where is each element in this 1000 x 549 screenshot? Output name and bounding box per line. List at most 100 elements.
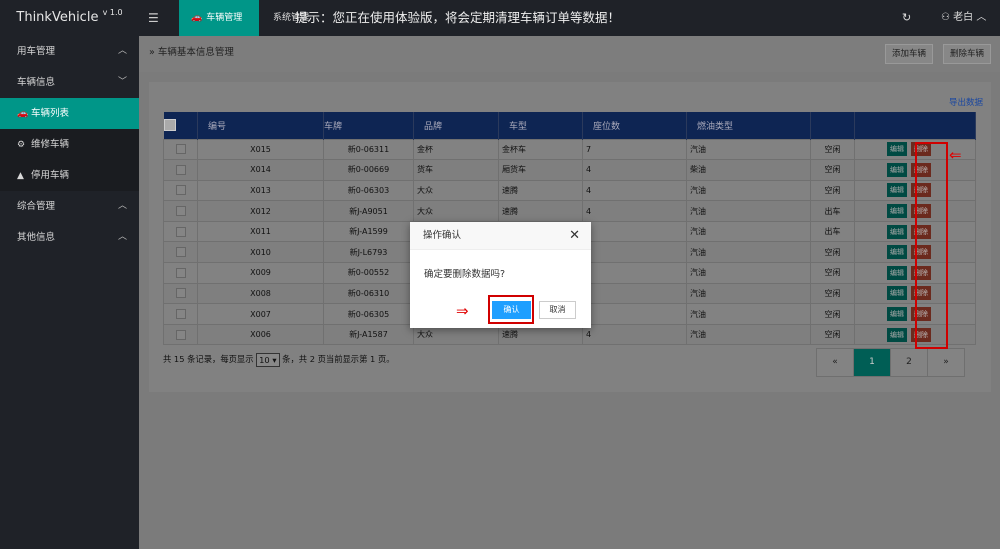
edit-button[interactable]: 编辑 [887,142,907,157]
edit-button[interactable]: 编辑 [887,286,907,301]
tab-vehicle-management[interactable]: 🚗 车辆管理 [179,0,259,36]
cell-plate: 新0-06310 [323,282,414,305]
sidebar-item-disabled-vehicles[interactable]: ▲ 停用车辆 [0,160,139,191]
cell-seats: 4 [582,323,687,346]
cell-status: 空闲 [810,282,855,305]
row-checkbox[interactable] [163,138,198,161]
table-row: X015 新0-06311 金杯 金杯车 7 汽油 空闲 编辑 删除 [163,138,976,161]
sidebar-item-vehicle-list[interactable]: 🚗 车辆列表 [0,98,139,129]
cell-id: X008 [197,282,324,305]
edit-button[interactable]: 编辑 [887,183,907,198]
record-count-text: 共 15 条记录，每页显示 [163,354,254,364]
chevron-up-icon: ︿ [976,12,987,23]
sidebar-group-label: 车辆信息 [17,77,56,88]
row-checkbox[interactable] [163,282,198,305]
sidebar-item-label: 维修车辆 [31,139,70,150]
cell-status: 空闲 [810,159,855,181]
cell-seats: 4 [582,179,687,202]
edit-button[interactable]: 编辑 [887,245,907,260]
cell-id: X012 [197,200,324,222]
edit-button[interactable]: 编辑 [887,327,907,342]
user-name: 老白 [953,12,974,23]
row-checkbox[interactable] [163,179,198,202]
add-vehicle-button[interactable]: 添加车辆 [885,44,934,64]
cell-fuel: 汽油 [686,282,811,305]
edit-button[interactable]: 编辑 [887,204,907,219]
cell-plate: 新J-A9051 [323,200,414,222]
sidebar: 用车管理 ︿ 车辆信息 ﹀ 🚗 车辆列表 ⚙ 维修车辆 ▲ 停用车辆 综合管理 ︿ 其他信息… [0,36,139,549]
brand-version: v 1.0 [102,8,123,17]
cell-id: X010 [197,241,324,264]
breadcrumb-arrow-icon: » [149,47,155,58]
cell-fuel: 汽油 [686,262,811,284]
cell-fuel: 柴油 [686,159,811,181]
cell-fuel: 汽油 [686,323,811,346]
row-checkbox[interactable] [163,241,198,264]
cell-seats [582,262,687,284]
cell-model: 速腾 [498,179,583,202]
cell-status: 空闲 [810,241,855,264]
cell-status: 出车 [810,200,855,222]
cell-id: X009 [197,262,324,284]
cell-brand: 货车 [413,159,499,181]
refresh-icon[interactable]: ↻ [902,0,911,36]
cell-plate: 新0-06311 [323,138,414,161]
column-header-seats: 座位数 [582,112,687,139]
cell-seats [582,241,687,264]
row-checkbox[interactable] [163,323,198,346]
car-icon: 🚗 [191,13,203,23]
row-checkbox[interactable] [163,262,198,284]
select-all-checkbox[interactable] [163,112,198,139]
page-size-select[interactable]: 10 ▾ [256,352,280,367]
sidebar-group-general[interactable]: 综合管理 ︿ [0,191,139,222]
cancel-button[interactable]: 取消 [539,301,576,319]
cell-id: X011 [197,220,324,243]
user-menu[interactable]: ⚇ 老白 ︿ [941,0,986,36]
cell-fuel: 汽油 [686,220,811,243]
row-checkbox[interactable] [163,303,198,325]
cell-id: X015 [197,138,324,161]
menu-toggle-icon[interactable]: ☰ [148,0,159,36]
sidebar-item-label: 车辆列表 [31,108,70,119]
page-button-2[interactable]: 2 [890,348,928,377]
row-checkbox[interactable] [163,200,198,222]
sidebar-item-repair-vehicles[interactable]: ⚙ 维修车辆 [0,129,139,160]
edit-button[interactable]: 编辑 [887,307,907,322]
delete-column-highlight [915,142,948,349]
close-icon[interactable]: ✕ [569,222,580,250]
cell-plate: 新0-06305 [323,303,414,325]
next-page-button[interactable]: » [927,348,965,377]
export-data-link[interactable]: 导出数据 [949,96,983,108]
arrow-left-icon: ⇐ [949,146,962,164]
cell-fuel: 汽油 [686,138,811,161]
sidebar-group-car-use[interactable]: 用车管理 ︿ [0,36,139,67]
sidebar-group-vehicle-info[interactable]: 车辆信息 ﹀ [0,67,139,98]
sidebar-group-label: 综合管理 [17,201,56,212]
row-checkbox[interactable] [163,220,198,243]
pagination-summary: 共 15 条记录，每页显示 10 ▾ 条，共 2 页当前显示第 1 页。 [163,344,395,374]
edit-button[interactable]: 编辑 [887,265,907,280]
confirm-button-highlight [488,295,534,324]
dialog-title: 操作确认 [423,230,462,241]
cell-id: X006 [197,323,324,346]
sidebar-item-label: 停用车辆 [31,170,70,181]
brand-name: ThinkVehicle [16,10,99,25]
edit-button[interactable]: 编辑 [887,162,907,177]
cell-brand: 大众 [413,179,499,202]
cell-plate: 新J-A1599 [323,220,414,243]
dialog-message: 确定要删除数据吗? [424,269,506,280]
sidebar-group-label: 其他信息 [17,232,56,243]
page-info-text: 条，共 2 页当前显示第 1 页。 [282,354,395,364]
sidebar-group-other[interactable]: 其他信息 ︿ [0,222,139,253]
top-bar: ThinkVehicle v 1.0 ☰ 🚗 车辆管理 系统管理 提示：您正在使用… [0,0,1000,36]
chevron-up-icon: ︿ [117,201,127,211]
cell-id: X014 [197,159,324,181]
edit-button[interactable]: 编辑 [887,224,907,239]
page-button-1[interactable]: 1 [853,348,891,377]
cell-fuel: 汽油 [686,303,811,325]
prev-page-button[interactable]: « [816,348,854,377]
delete-vehicle-button[interactable]: 删除车辆 [943,44,992,64]
row-checkbox[interactable] [163,159,198,181]
cell-status: 出车 [810,220,855,243]
cell-fuel: 汽油 [686,241,811,264]
